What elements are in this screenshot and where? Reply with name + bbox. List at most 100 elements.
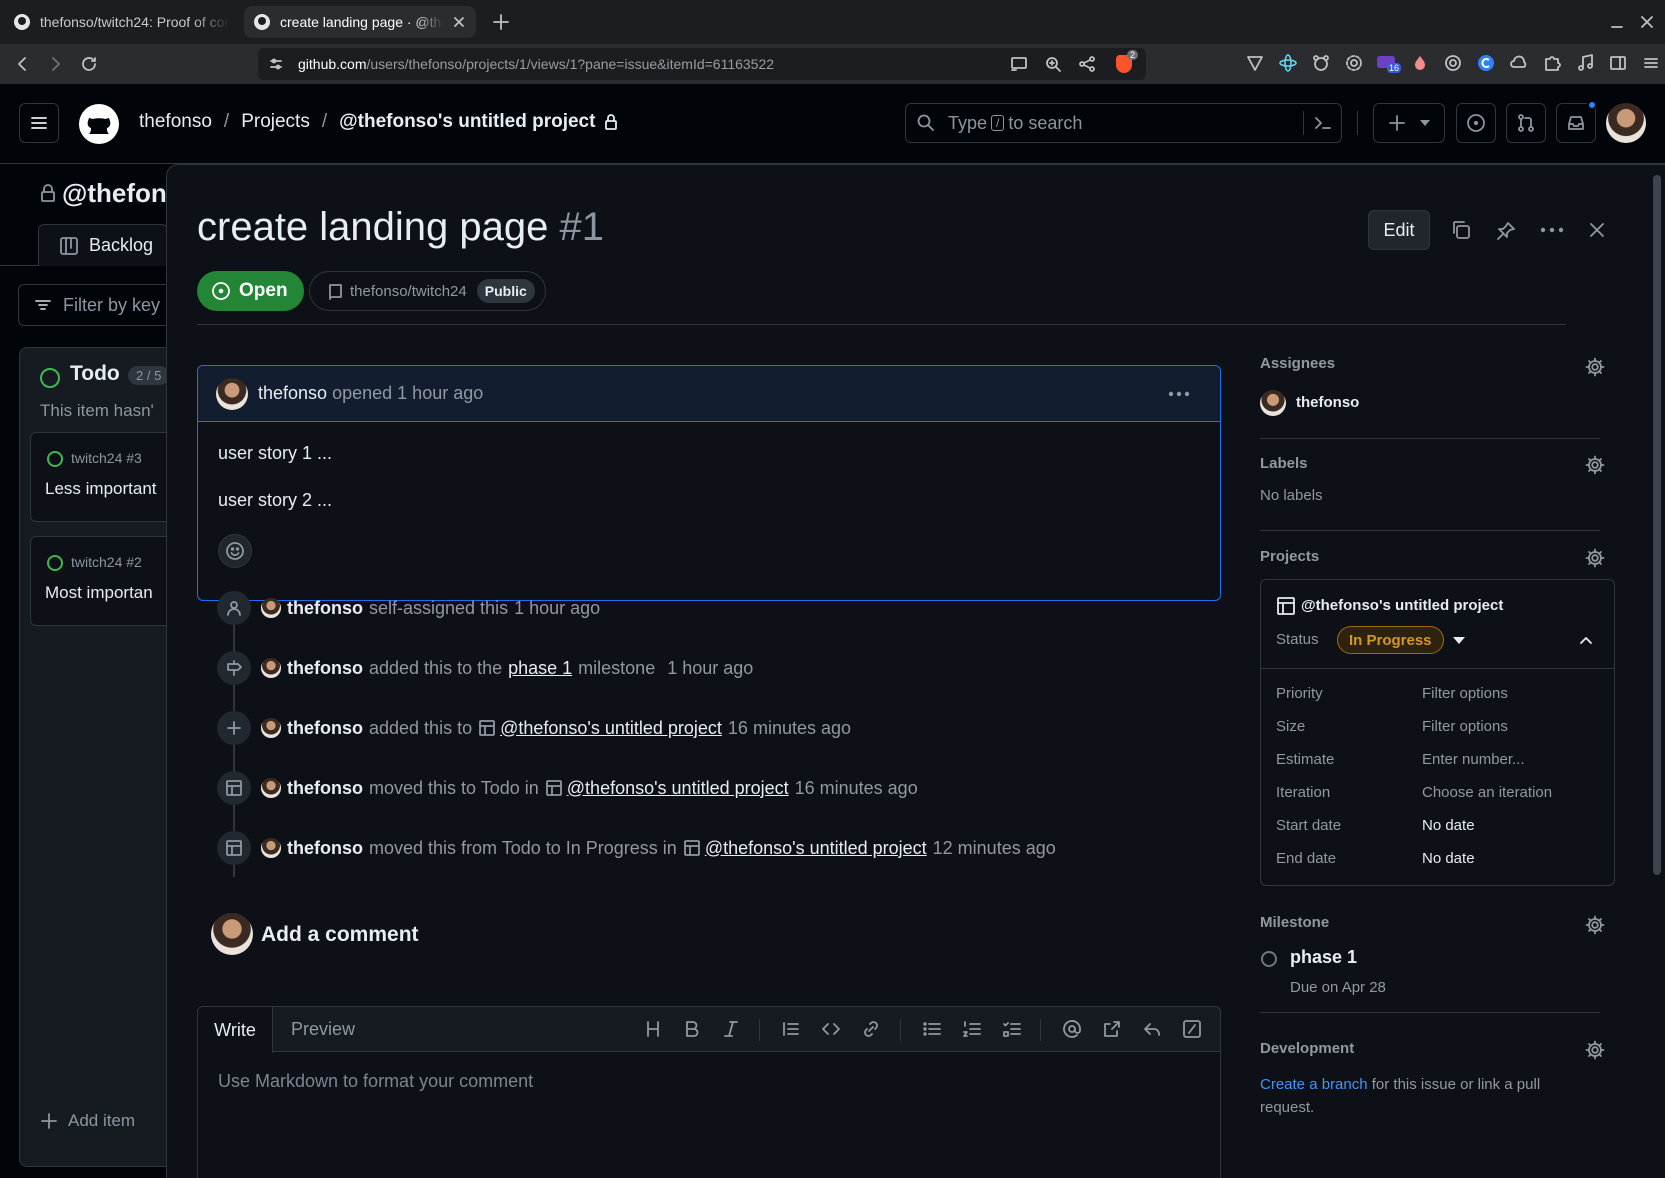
status-dropdown[interactable]: In Progress: [1337, 626, 1444, 654]
field-value[interactable]: Filter options: [1422, 718, 1508, 735]
edit-button[interactable]: Edit: [1368, 210, 1430, 250]
breadcrumb-project[interactable]: @thefonso's untitled project: [339, 111, 595, 133]
repo-chip[interactable]: thefonso/twitch24 Public: [309, 271, 546, 311]
comment-textarea[interactable]: Use Markdown to format your comment: [218, 1071, 533, 1092]
pull-requests-button[interactable]: [1506, 103, 1546, 143]
create-branch-link[interactable]: Create a branch: [1260, 1076, 1368, 1093]
event-user[interactable]: thefonso: [287, 658, 363, 679]
cloud-ext-icon[interactable]: [1509, 53, 1529, 73]
link-icon[interactable]: [861, 1019, 881, 1039]
event-link[interactable]: @thefonso's untitled project: [705, 838, 927, 859]
panda-ext-icon[interactable]: [1311, 53, 1331, 73]
gear-icon[interactable]: [1585, 548, 1605, 568]
music-icon[interactable]: [1575, 53, 1595, 73]
assignee-name[interactable]: thefonso: [1296, 394, 1359, 411]
event-user[interactable]: thefonso: [287, 838, 363, 859]
hamburger-menu-button[interactable]: [19, 103, 59, 143]
scrollbar-thumb[interactable]: [1653, 175, 1661, 875]
react-ext-icon[interactable]: [1278, 53, 1298, 73]
share-icon[interactable]: [1078, 55, 1096, 73]
reply-icon[interactable]: [1142, 1019, 1162, 1039]
comment-options-icon[interactable]: [1168, 391, 1190, 397]
event-avatar[interactable]: [261, 658, 281, 678]
target-ext-icon[interactable]: [1443, 53, 1463, 73]
browser-tab[interactable]: thefonso/twitch24: Proof of conc: [4, 6, 240, 38]
reference-icon[interactable]: [1102, 1019, 1122, 1039]
heading-icon[interactable]: [643, 1019, 663, 1039]
slash-command-icon[interactable]: [1182, 1019, 1202, 1039]
filter-input[interactable]: Filter by key: [18, 284, 188, 326]
opened-time[interactable]: 1 hour ago: [397, 383, 483, 403]
minimize-icon[interactable]: [1610, 16, 1624, 30]
event-time[interactable]: 16 minutes ago: [728, 718, 851, 739]
project-name[interactable]: @thefonso's untitled project: [1301, 597, 1503, 614]
site-info-icon[interactable]: [268, 56, 284, 72]
menu-icon[interactable]: [1641, 53, 1661, 73]
author-avatar[interactable]: [216, 378, 248, 410]
close-icon[interactable]: [1588, 221, 1606, 239]
event-user[interactable]: thefonso: [287, 718, 363, 739]
card-title[interactable]: Less important: [45, 479, 157, 499]
forward-icon[interactable]: [46, 55, 64, 73]
mention-icon[interactable]: [1062, 1019, 1082, 1039]
new-tab-icon[interactable]: [492, 13, 510, 31]
c-ext-icon[interactable]: [1476, 53, 1496, 73]
task-list-icon[interactable]: [1002, 1019, 1022, 1039]
gear-icon[interactable]: [1585, 455, 1605, 475]
event-user[interactable]: thefonso: [287, 598, 363, 619]
author-name[interactable]: thefonso: [258, 383, 327, 403]
event-link[interactable]: phase 1: [508, 658, 572, 679]
gear-icon[interactable]: [1585, 1040, 1605, 1060]
close-tab-icon[interactable]: [452, 15, 466, 29]
event-time[interactable]: 12 minutes ago: [933, 838, 1056, 859]
browser-tab-active[interactable]: create landing page · @thefo: [244, 6, 476, 38]
bullet-list-icon[interactable]: [922, 1019, 942, 1039]
numbered-list-icon[interactable]: [962, 1019, 982, 1039]
copy-icon[interactable]: [1450, 219, 1472, 241]
event-link[interactable]: @thefonso's untitled project: [567, 778, 789, 799]
github-logo-icon[interactable]: [78, 103, 120, 145]
field-value[interactable]: Enter number...: [1422, 751, 1525, 768]
more-options-icon[interactable]: [1540, 227, 1564, 233]
cast-icon[interactable]: [1010, 55, 1028, 73]
vpn-ext-icon[interactable]: [1245, 53, 1265, 73]
caret-down-icon[interactable]: [1453, 637, 1465, 645]
assignee-avatar[interactable]: [1260, 390, 1286, 416]
sidebar-toggle-icon[interactable]: [1608, 53, 1628, 73]
add-item-button[interactable]: Add item: [40, 1111, 135, 1131]
event-link[interactable]: @thefonso's untitled project: [500, 718, 722, 739]
issues-button[interactable]: [1456, 103, 1496, 143]
user-avatar[interactable]: [1606, 103, 1646, 143]
chevron-up-icon[interactable]: [1578, 632, 1594, 648]
command-palette-icon[interactable]: [1313, 113, 1333, 133]
gear-icon[interactable]: [1585, 915, 1605, 935]
scrollbar[interactable]: [1650, 165, 1664, 1178]
field-value[interactable]: No date: [1422, 850, 1475, 867]
drop-ext-icon[interactable]: [1410, 53, 1430, 73]
address-bar[interactable]: github.com/users/thefonso/projects/1/vie…: [258, 48, 1146, 80]
event-user[interactable]: thefonso: [287, 778, 363, 799]
bold-icon[interactable]: [682, 1019, 702, 1039]
view-tab-backlog[interactable]: Backlog: [38, 224, 168, 266]
gear-icon[interactable]: [1585, 357, 1605, 377]
hat-ext-icon[interactable]: 16: [1377, 53, 1402, 73]
back-icon[interactable]: [14, 55, 32, 73]
search-input[interactable]: Type / to search: [905, 103, 1342, 143]
breadcrumb-projects[interactable]: Projects: [241, 111, 310, 133]
puzzle-ext-icon[interactable]: [1542, 53, 1562, 73]
event-time[interactable]: 1 hour ago: [667, 658, 753, 679]
field-value[interactable]: Filter options: [1422, 685, 1508, 702]
create-new-button[interactable]: [1373, 103, 1445, 143]
event-time[interactable]: 16 minutes ago: [795, 778, 918, 799]
add-reaction-button[interactable]: [218, 534, 252, 568]
event-avatar[interactable]: [261, 598, 281, 618]
zoom-icon[interactable]: [1044, 55, 1062, 73]
tab-preview[interactable]: Preview: [273, 1007, 373, 1052]
pin-icon[interactable]: [1495, 220, 1517, 242]
close-window-icon[interactable]: [1640, 15, 1654, 29]
breadcrumb-owner[interactable]: thefonso: [139, 111, 212, 133]
event-avatar[interactable]: [261, 838, 281, 858]
event-avatar[interactable]: [261, 778, 281, 798]
event-avatar[interactable]: [261, 718, 281, 738]
card-title[interactable]: Most importan: [45, 583, 153, 603]
